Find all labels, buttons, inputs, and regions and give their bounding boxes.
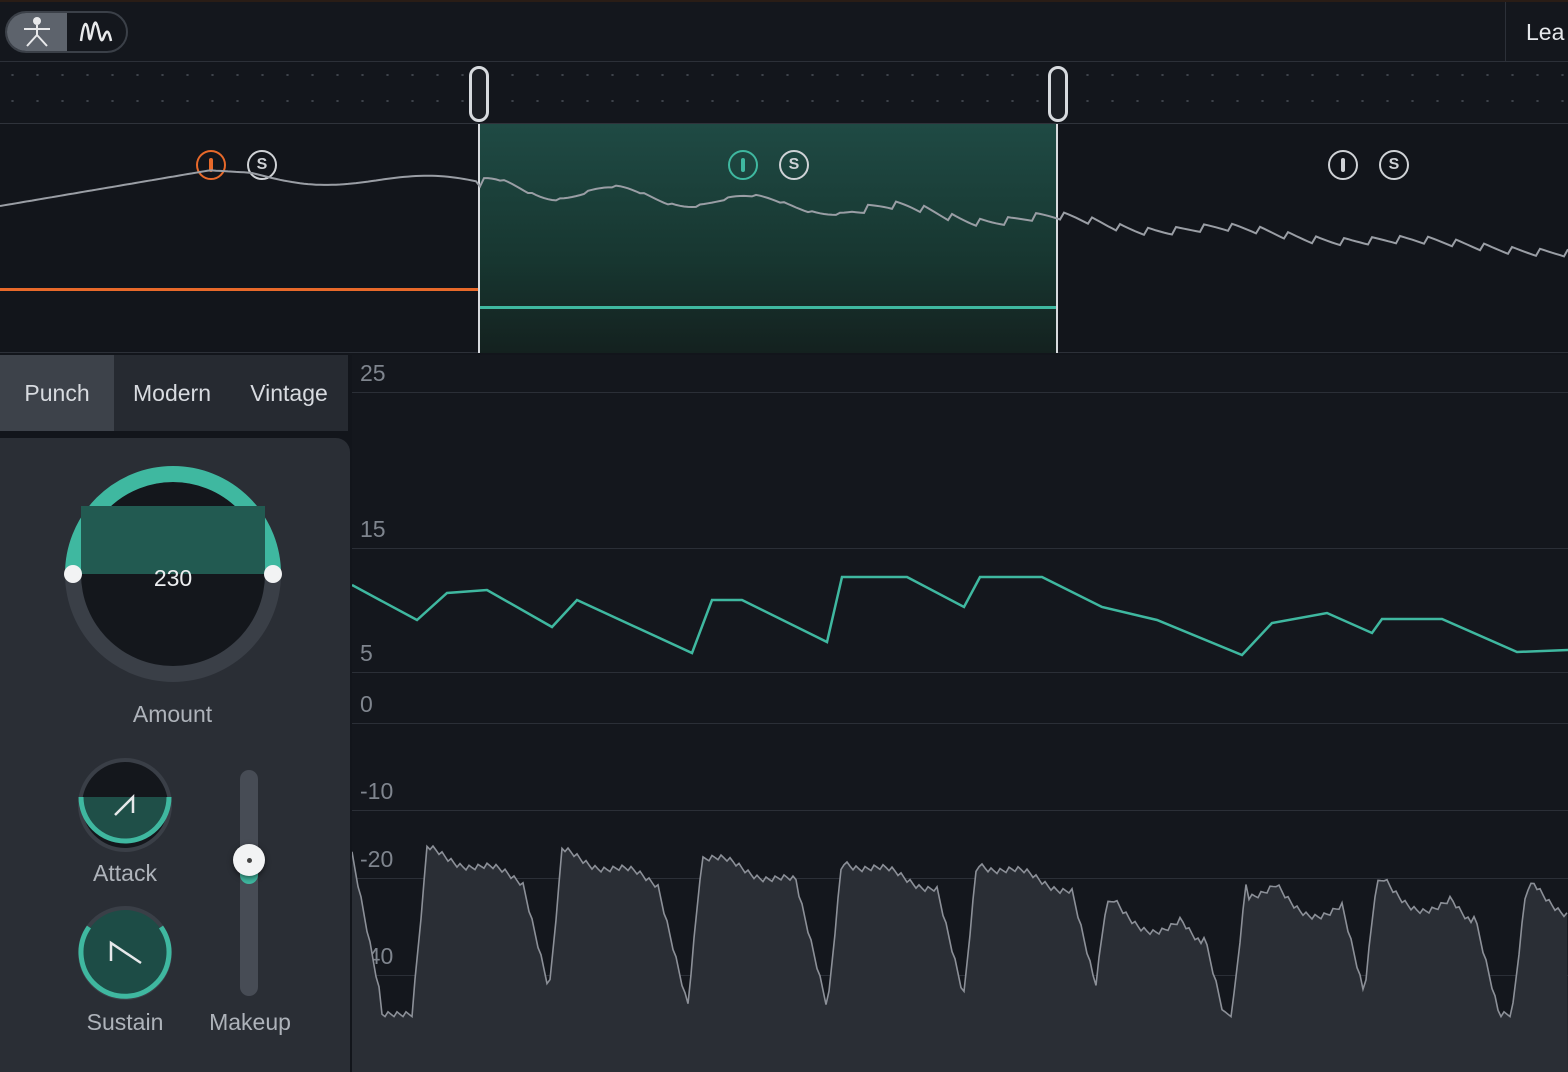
- tab-punch[interactable]: Punch: [0, 355, 114, 431]
- crossover-handle-1[interactable]: [469, 66, 489, 122]
- attack-knob[interactable]: [75, 755, 175, 855]
- tab-vintage[interactable]: Vintage: [230, 355, 348, 431]
- sustain-knob[interactable]: [75, 903, 175, 1003]
- gain-graph: 25 15 5 0 -10 -20 -40: [352, 355, 1568, 1072]
- left-panel: Punch Modern Vintage 230 Amount Attack S: [0, 355, 350, 1072]
- mode-tabs: Punch Modern Vintage: [0, 355, 348, 431]
- crossover-handle-2[interactable]: [1048, 66, 1068, 122]
- makeup-slider-thumb[interactable]: [233, 844, 265, 877]
- spectrum-curve: [0, 169, 1568, 258]
- sustain-label: Sustain: [86, 1009, 164, 1035]
- amount-range-start-handle[interactable]: [64, 565, 82, 583]
- waveform-mode-button[interactable]: [67, 13, 127, 51]
- controls-panel: 230 Amount Attack Sustain Makeup: [0, 438, 350, 1072]
- tab-modern[interactable]: Modern: [114, 355, 230, 431]
- gain-curve: [352, 575, 1568, 657]
- amount-value: 230: [153, 565, 193, 591]
- amount-label: Amount: [132, 701, 213, 727]
- header-label: Lea: [1505, 2, 1568, 64]
- top-bar: Lea: [0, 0, 1568, 64]
- waveform-icon: [80, 21, 113, 42]
- crossover-ruler[interactable]: [0, 62, 1568, 124]
- graph-curves: [352, 575, 1568, 1072]
- band-display: S S S: [0, 124, 1568, 353]
- makeup-label: Makeup: [209, 1009, 291, 1035]
- mode-toggle[interactable]: [5, 11, 128, 53]
- attack-label: Attack: [93, 860, 157, 886]
- amount-range-end-handle[interactable]: [264, 565, 282, 583]
- figure-mode-button[interactable]: [7, 13, 67, 51]
- figure-icon: [23, 17, 50, 47]
